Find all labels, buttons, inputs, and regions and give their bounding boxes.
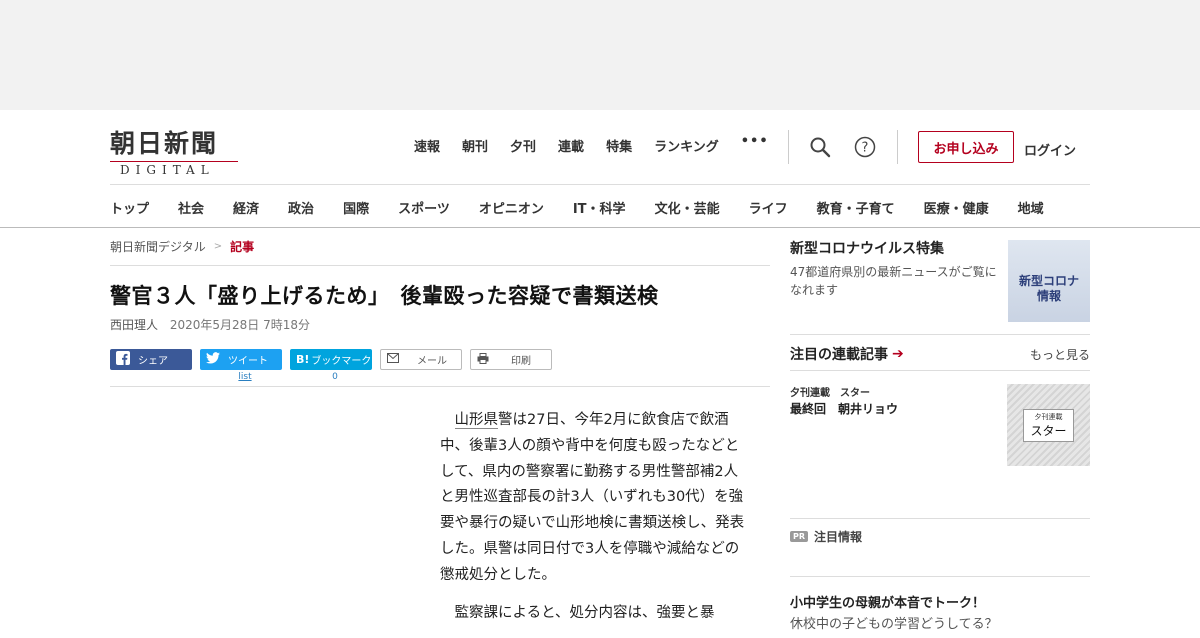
article-paragraph: 山形県警は27日、今年2月に飲食店で飲酒中、後輩3人の顔や背中を何度も殴ったなど…: [440, 408, 748, 589]
facebook-share-label: シェア: [138, 356, 168, 367]
search-icon[interactable]: [809, 136, 831, 158]
serial-section-header[interactable]: 注目の連載記事 ➔: [790, 344, 904, 364]
catnav-item-economy[interactable]: 経済: [233, 198, 259, 217]
category-nav: トップ 社会 経済 政治 国際 スポーツ オピニオン IT・科学 文化・芸能 ラ…: [110, 198, 1044, 217]
serial-category: 夕刊連載 スター: [790, 388, 870, 399]
print-button[interactable]: 印刷: [470, 349, 552, 370]
breadcrumb: 朝日新聞デジタル > 記事: [110, 238, 770, 255]
catnav-item-top[interactable]: トップ: [110, 198, 149, 217]
topnav-item-yukan[interactable]: 夕刊: [510, 136, 536, 155]
article-paragraph: 監察課によると、処分内容は、強要と暴: [454, 604, 715, 621]
promo-title[interactable]: 小中学生の母親が本音でトーク！: [790, 592, 985, 611]
topnav-item-choukan[interactable]: 朝刊: [462, 136, 488, 155]
serial-section-title: 注目の連載記事: [790, 347, 888, 363]
breadcrumb-rule: [110, 265, 770, 266]
byline: 西田理人 2020年5月28日 7時18分: [110, 316, 770, 333]
corona-image-line1: 新型コロナ: [1018, 274, 1079, 288]
catnav-item-opinion[interactable]: オピニオン: [479, 198, 544, 217]
top-nav: 速報 朝刊 夕刊 連載 特集 ランキング •••: [414, 135, 791, 155]
article-body: 山形県警は27日、今年2月に飲食店で飲酒中、後輩3人の顔や背中を何度も殴ったなど…: [440, 408, 748, 638]
serial-title[interactable]: 最終回 朝井リョウ: [790, 400, 898, 417]
ad-banner-area: [0, 0, 1200, 110]
svg-text:?: ?: [862, 141, 869, 156]
sidebar-rule: [790, 370, 1090, 371]
corona-feature-desc: 47都道府県別の最新ニュースがご覧になれます: [790, 265, 997, 297]
promo-desc[interactable]: 休校中の子どもの学習どうしてる？: [790, 613, 998, 632]
share-bar: シェア ツイート B! ブックマーク メール 印刷: [110, 349, 770, 370]
share-counts: list 0: [110, 372, 770, 382]
pr-badge: PR: [790, 531, 809, 542]
sidebar-rule: [790, 518, 1090, 519]
serial-thumbnail-big: スター: [1030, 423, 1067, 438]
catnav-item-society[interactable]: 社会: [178, 198, 204, 217]
serial-thumbnail[interactable]: 夕刊連載 スター: [1007, 384, 1090, 466]
catnav-item-region[interactable]: 地域: [1018, 198, 1044, 217]
mail-share-button[interactable]: メール: [380, 349, 462, 370]
share-rule: [110, 386, 770, 387]
catnav-item-sports[interactable]: スポーツ: [398, 198, 450, 217]
article-main: 朝日新聞デジタル > 記事 警官３人「盛り上げるため」 後輩殴った容疑で書類送検…: [110, 238, 770, 387]
twitter-share-label: ツイート: [228, 356, 268, 367]
hatena-count: 0: [332, 372, 338, 382]
keyword-link[interactable]: 山形県: [454, 412, 498, 429]
logo-sub: DIGITAL: [110, 161, 238, 177]
topnav-item-rensai[interactable]: 連載: [558, 136, 584, 155]
topnav-item-ranking[interactable]: ランキング: [654, 136, 719, 155]
print-label: 印刷: [511, 356, 531, 367]
breadcrumb-home[interactable]: 朝日新聞デジタル: [110, 238, 206, 255]
breadcrumb-current[interactable]: 記事: [230, 238, 254, 255]
twitter-share-button[interactable]: ツイート: [200, 349, 282, 370]
corona-image-line2: 情報: [1036, 289, 1061, 303]
pr-label: 注目情報: [814, 530, 863, 544]
mail-icon: [387, 353, 399, 366]
breadcrumb-separator: >: [213, 241, 223, 252]
corona-feature-image[interactable]: 新型コロナ 情報: [1008, 240, 1090, 322]
catnav-item-international[interactable]: 国際: [343, 198, 369, 217]
publish-date: 2020年5月28日 7時18分: [169, 318, 311, 332]
catnav-item-education[interactable]: 教育・子育て: [817, 198, 895, 217]
more-link[interactable]: もっと見る: [1030, 346, 1090, 363]
hatena-icon: B!: [296, 353, 310, 366]
catnav-item-health[interactable]: 医療・健康: [924, 198, 989, 217]
hatena-bookmark-button[interactable]: B! ブックマーク: [290, 349, 372, 370]
catnav-item-politics[interactable]: 政治: [288, 198, 314, 217]
header-rule: [110, 184, 1090, 185]
catnav-item-it-science[interactable]: IT・科学: [573, 198, 626, 217]
serial-thumbnail-card: 夕刊連載 スター: [1023, 408, 1074, 442]
topnav-item-tokushu[interactable]: 特集: [606, 136, 632, 155]
serial-thumbnail-small: 夕刊連載: [1034, 412, 1063, 421]
author-name[interactable]: 西田理人: [110, 318, 158, 332]
catnav-item-culture[interactable]: 文化・芸能: [655, 198, 720, 217]
help-icon[interactable]: ?: [854, 136, 876, 158]
facebook-share-button[interactable]: シェア: [110, 349, 192, 370]
facebook-icon: [116, 351, 130, 368]
sidebar-rule: [790, 334, 1090, 335]
tweet-count[interactable]: list: [200, 372, 290, 382]
arrow-right-icon: ➔: [892, 346, 904, 362]
mail-share-label: メール: [417, 356, 447, 367]
more-menu-icon[interactable]: •••: [741, 135, 769, 155]
logo-main: 朝日新聞: [110, 129, 219, 158]
site-header: 朝日新聞 DIGITAL 速報 朝刊 夕刊 連載 特集 ランキング ••• ? …: [0, 110, 1200, 228]
twitter-icon: [206, 352, 220, 367]
hatena-bookmark-label: ブックマーク: [311, 356, 372, 367]
sidebar: 新型コロナウイルス特集 47都道府県別の最新ニュースがご覧になれます 新型コロナ…: [790, 238, 1090, 632]
article-headline: 警官３人「盛り上げるため」 後輩殴った容疑で書類送検: [110, 284, 659, 308]
catnav-item-life[interactable]: ライフ: [749, 198, 788, 217]
site-logo[interactable]: 朝日新聞 DIGITAL: [110, 124, 240, 177]
pr-section-header: PR 注目情報: [790, 528, 862, 545]
sidebar-rule: [790, 576, 1090, 577]
divider: [788, 130, 789, 164]
print-icon: [477, 352, 489, 367]
login-link[interactable]: ログイン: [1024, 140, 1076, 159]
divider: [897, 130, 898, 164]
topnav-item-sokuho[interactable]: 速報: [414, 136, 440, 155]
paragraph-text: 警は27日、今年2月に飲食店で飲酒中、後輩3人の顔や背中を何度も殴ったなどとして…: [440, 412, 745, 583]
subscribe-button[interactable]: お申し込み: [918, 131, 1014, 163]
